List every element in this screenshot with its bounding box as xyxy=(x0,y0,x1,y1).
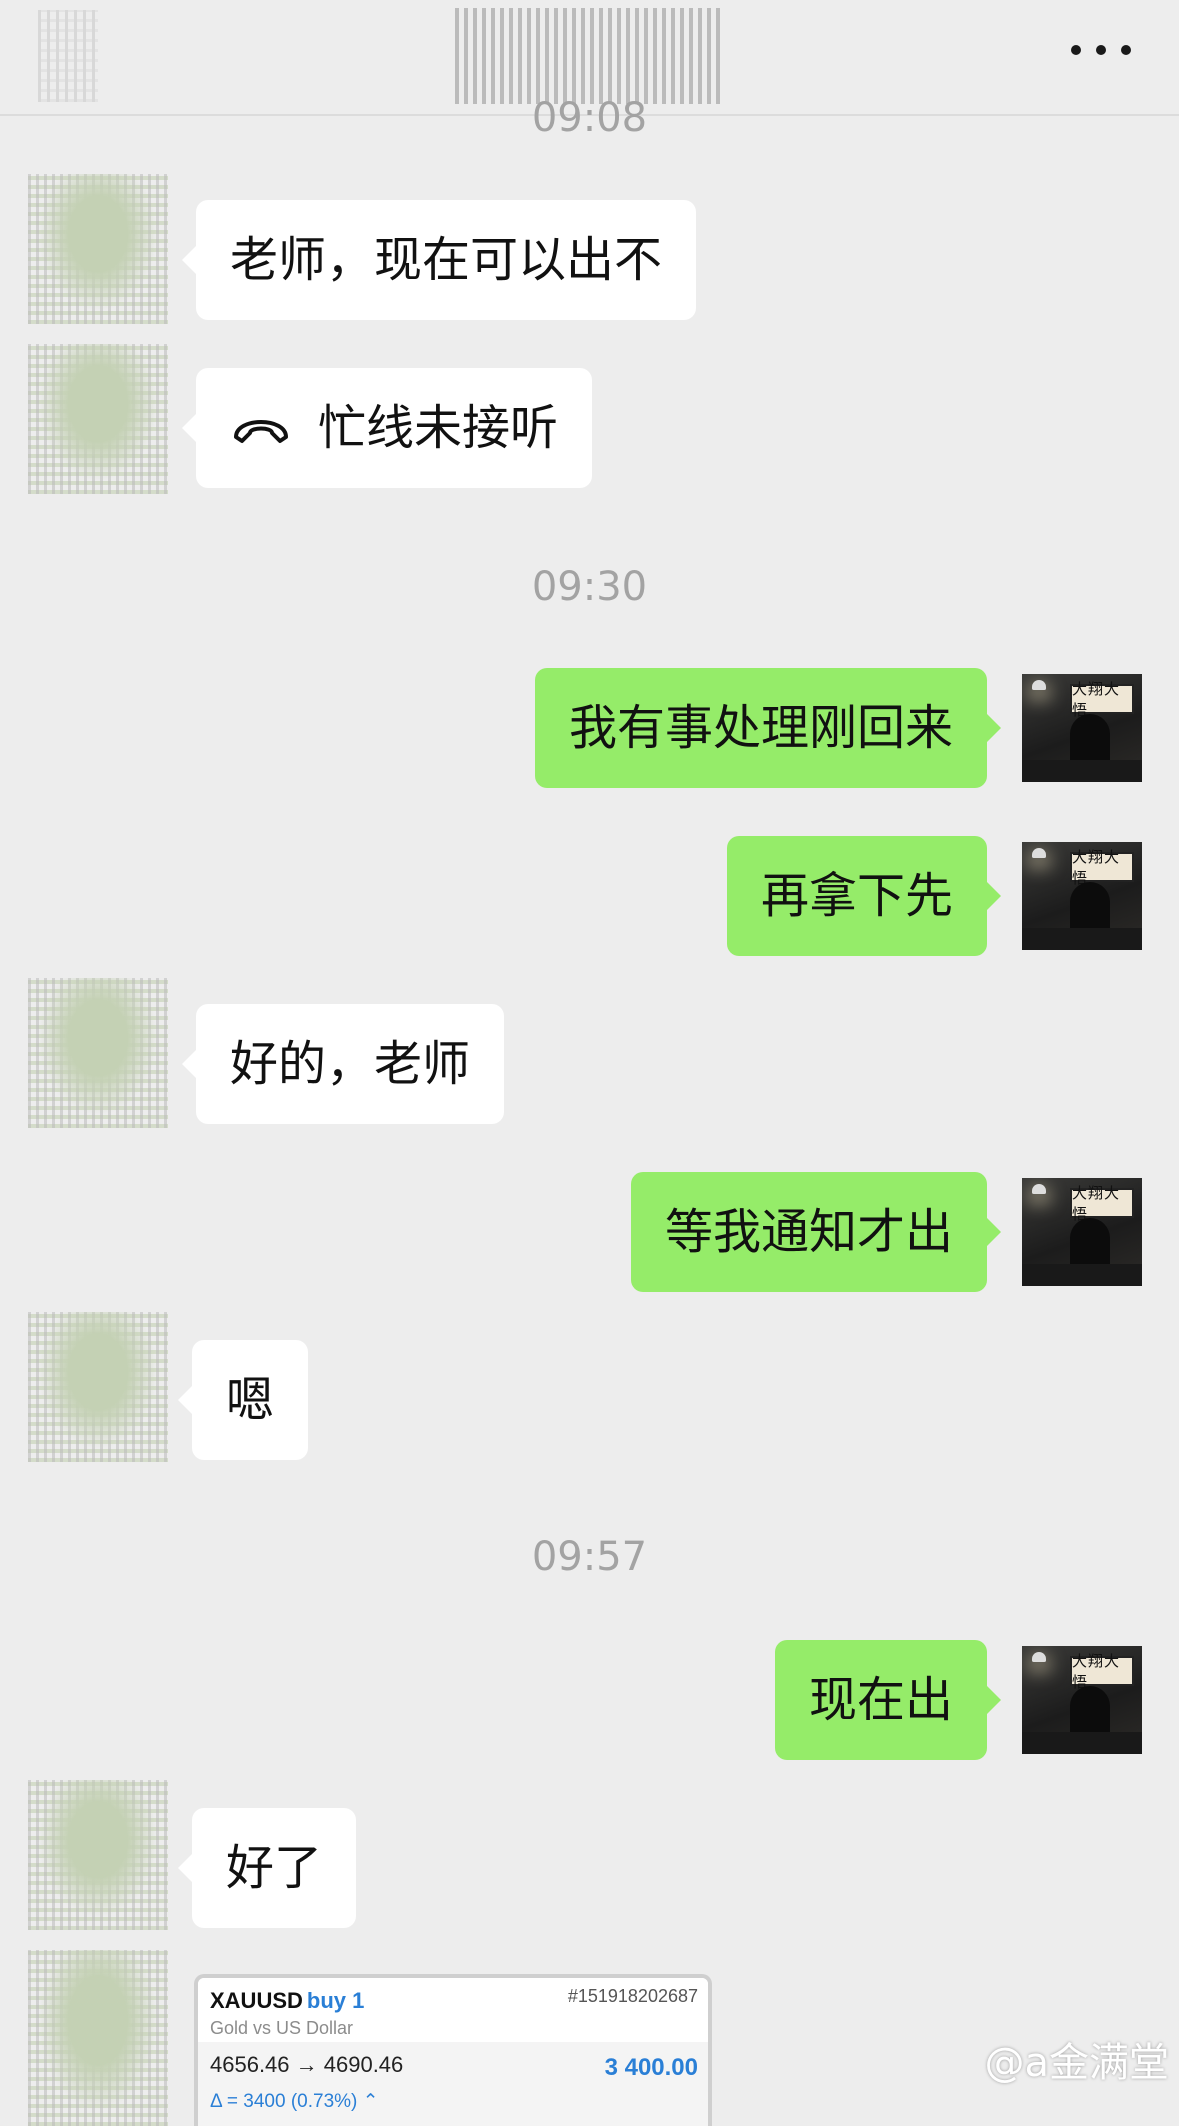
trade-description: Gold vs US Dollar xyxy=(210,2018,354,2038)
message-bubble[interactable]: 现在出 xyxy=(774,1640,1002,1760)
desk-shape xyxy=(1022,1264,1142,1286)
trade-prices: 4656.46 → 4690.46 xyxy=(210,2052,404,2077)
avatar-plaque: 大翔大悟 xyxy=(1070,1652,1134,1691)
contact-avatar[interactable] xyxy=(28,174,168,324)
self-avatar[interactable]: 大翔大悟 xyxy=(1022,1178,1142,1286)
chat-title xyxy=(455,8,725,104)
message-bubble[interactable]: 老师，现在可以出不 xyxy=(181,200,697,320)
contact-avatar[interactable] xyxy=(28,344,168,494)
more-horizontal-icon[interactable] xyxy=(1071,44,1131,56)
lamp-icon xyxy=(1032,1184,1046,1194)
contact-avatar[interactable] xyxy=(28,1312,168,1462)
trade-delta: Δ = 3400 (0.73%) ⌃ xyxy=(210,2091,379,2112)
trade-ticket: #151918202687 xyxy=(567,1986,698,2006)
timestamp: 09:57 xyxy=(531,1534,648,1580)
call-status-label: 忙线未接听 xyxy=(318,400,559,456)
trade-symbol: XAUUSD buy 1 xyxy=(210,1988,365,2013)
desk-shape xyxy=(1022,1732,1142,1754)
avatar-plaque: 大翔大悟 xyxy=(1070,680,1134,719)
contact-avatar[interactable] xyxy=(28,978,168,1128)
avatar-plaque: 大翔大悟 xyxy=(1070,848,1134,887)
watermark: @a金满堂 xyxy=(984,2040,1169,2086)
contact-avatar[interactable] xyxy=(28,1780,168,1930)
desk-shape xyxy=(1022,928,1142,950)
self-avatar[interactable]: 大翔大悟 xyxy=(1022,842,1142,950)
self-avatar[interactable]: 大翔大悟 xyxy=(1022,674,1142,782)
trade-profit: 3 400.00 xyxy=(604,2054,698,2081)
trade-card[interactable]: XAUUSD buy 1 #151918202687 Gold vs US Dol… xyxy=(194,1974,712,2126)
message-bubble[interactable]: 等我通知才出 xyxy=(630,1172,1002,1292)
avatar-plaque: 大翔大悟 xyxy=(1070,1184,1134,1223)
lamp-icon xyxy=(1032,848,1046,858)
timestamp: 09:30 xyxy=(531,564,648,610)
call-bubble[interactable]: 忙线未接听 xyxy=(181,368,593,488)
message-bubble[interactable]: 再拿下先 xyxy=(726,836,1002,956)
lamp-icon xyxy=(1032,1652,1046,1662)
trade-card-body: 4656.46 → 4690.46 3 400.00 Δ = 3400 (0.7… xyxy=(198,2042,708,2126)
contact-avatar[interactable] xyxy=(28,1950,168,2126)
message-bubble[interactable]: 好的，老师 xyxy=(181,1004,505,1124)
message-bubble[interactable]: 我有事处理刚回来 xyxy=(534,668,1002,788)
message-bubble[interactable]: 好了 xyxy=(177,1808,357,1928)
trade-card-header: XAUUSD buy 1 #151918202687 Gold vs US Dol… xyxy=(198,1978,708,2042)
lamp-icon xyxy=(1032,680,1046,690)
phone-hangup-icon xyxy=(234,420,288,443)
timestamp: 09:08 xyxy=(531,95,648,141)
self-avatar[interactable]: 大翔大悟 xyxy=(1022,1646,1142,1754)
message-bubble[interactable]: 嗯 xyxy=(177,1340,309,1460)
back-button[interactable] xyxy=(38,10,98,102)
trade-side: buy 1 xyxy=(306,1988,365,2013)
desk-shape xyxy=(1022,760,1142,782)
